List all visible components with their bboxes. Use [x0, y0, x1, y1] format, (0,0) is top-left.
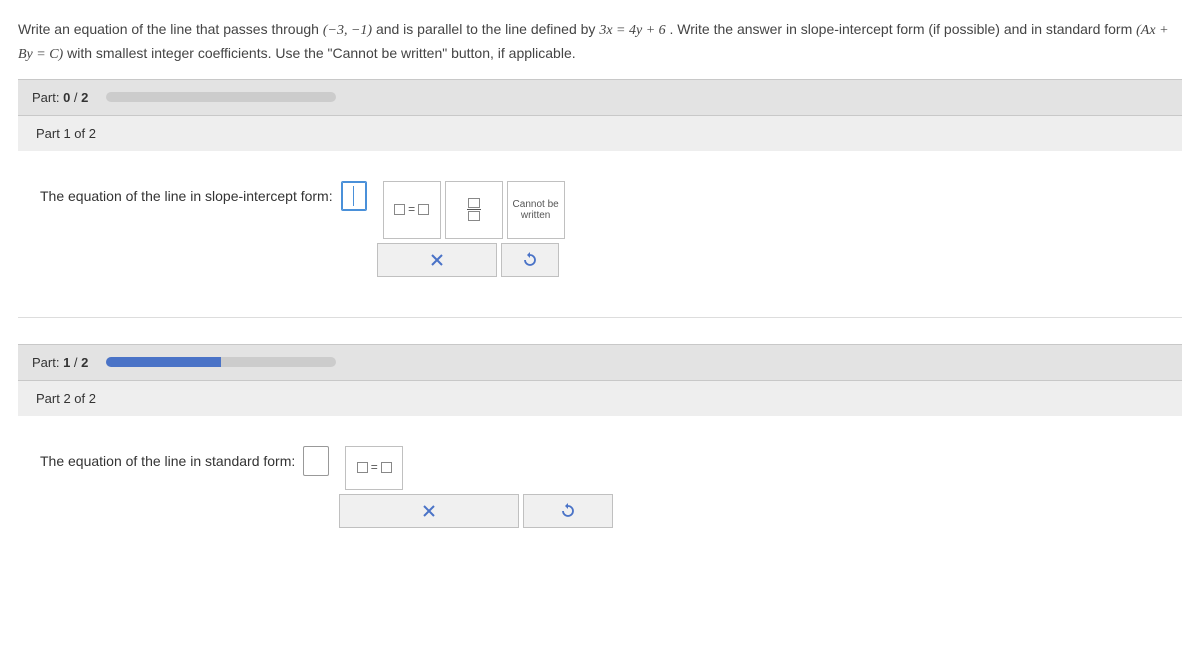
progress-bar-1 [106, 357, 336, 367]
part2-answer-input[interactable] [303, 446, 329, 476]
sub-part-header-1: Part 1 of 2 [18, 116, 1182, 151]
sub-part-header-2: Part 2 of 2 [18, 381, 1182, 416]
progress-fill-1 [106, 357, 221, 367]
question-text: Write an equation of the line that passe… [0, 0, 1200, 77]
part2-palette: = [339, 446, 613, 528]
part-label-0: Part: 0 / 2 [32, 90, 88, 105]
reset-button[interactable] [501, 243, 559, 277]
question-mid2: . Write the answer in slope-intercept fo… [670, 21, 1137, 37]
progress-bar-0 [106, 92, 336, 102]
question-point: (−3, −1) [323, 23, 372, 38]
reset-icon [522, 252, 538, 268]
clear-button[interactable] [377, 243, 497, 277]
reset-button-2[interactable] [523, 494, 613, 528]
sub-part-title-2: Part 2 of 2 [36, 391, 96, 406]
sub-part-title-1: Part 1 of 2 [36, 126, 96, 141]
input-cursor [353, 186, 354, 206]
question-post: with smallest integer coefficients. Use … [67, 45, 576, 61]
cannot-be-written-button[interactable]: Cannot be written [507, 181, 565, 239]
clear-button-2[interactable] [339, 494, 519, 528]
close-icon [422, 504, 436, 518]
part-header-0: Part: 0 / 2 [18, 79, 1182, 116]
question-mid1: and is parallel to the line defined by [376, 21, 599, 37]
question-equation: 3x = 4y + 6 [599, 23, 665, 38]
part1-answer-input[interactable] [341, 181, 367, 211]
fraction-template-button[interactable] [445, 181, 503, 239]
part-label-1: Part: 1 / 2 [32, 355, 88, 370]
equation-template-button[interactable]: = [383, 181, 441, 239]
part1-prompt: The equation of the line in slope-interc… [40, 188, 333, 204]
part1-palette: = Cannot be written [377, 181, 565, 277]
part-header-1: Part: 1 / 2 [18, 344, 1182, 381]
equation-template-button-2[interactable]: = [345, 446, 403, 490]
part1-content: The equation of the line in slope-interc… [18, 151, 1182, 318]
reset-icon [560, 503, 576, 519]
part2-prompt: The equation of the line in standard for… [40, 453, 295, 469]
close-icon [430, 253, 444, 267]
part2-content: The equation of the line in standard for… [18, 416, 1182, 568]
question-pre: Write an equation of the line that passe… [18, 21, 323, 37]
